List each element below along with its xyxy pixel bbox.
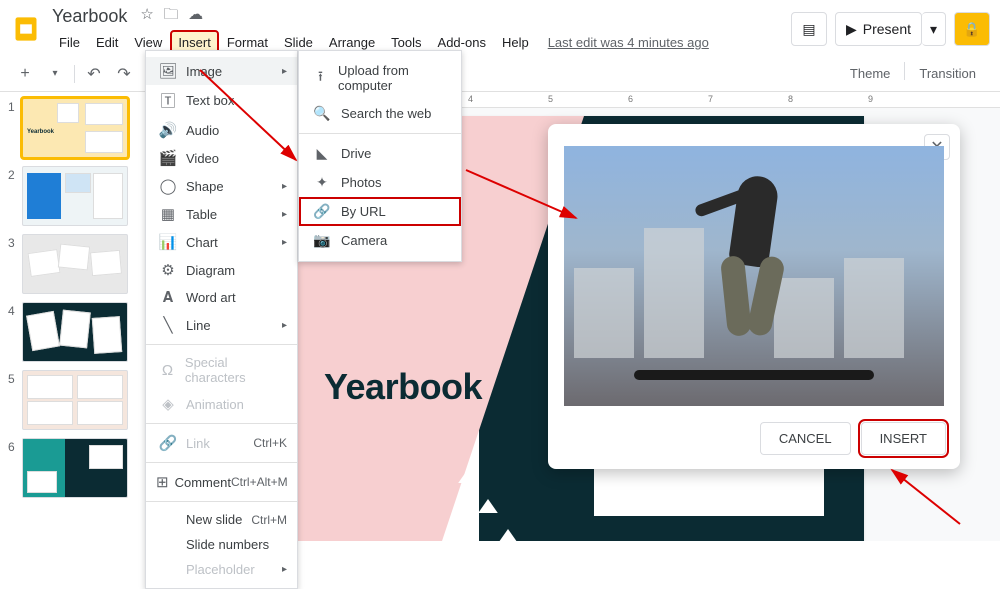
- chevron-down-icon: ▾: [930, 21, 937, 38]
- present-icon: ▶: [846, 21, 857, 38]
- slide-num: 3: [8, 234, 22, 294]
- insert-special: ΩSpecial characters: [146, 350, 297, 390]
- upload-icon: ⭱: [311, 66, 330, 90]
- new-slide-arrow-icon[interactable]: ▾: [44, 68, 66, 79]
- image-drive[interactable]: ◣Drive: [299, 139, 461, 168]
- image-photos[interactable]: ✦Photos: [299, 168, 461, 197]
- insert-table[interactable]: ▦Table▸: [146, 200, 297, 228]
- camera-icon: 📷: [311, 232, 333, 249]
- special-icon: Ω: [156, 362, 179, 379]
- chevron-right-icon: ▸: [282, 66, 287, 77]
- last-edit-link[interactable]: Last edit was 4 minutes ago: [548, 35, 709, 50]
- present-dropdown[interactable]: ▾: [922, 12, 946, 46]
- slide-panel[interactable]: 1 Yearbook 2 3 4: [0, 92, 148, 541]
- slide-num: 4: [8, 302, 22, 362]
- image-submenu: ⭱Upload from computer 🔍Search the web ◣D…: [298, 50, 462, 262]
- insert-image[interactable]: 🖼Image▸: [146, 57, 297, 85]
- textbox-icon: 🅃: [156, 90, 180, 111]
- video-icon: 🎬: [156, 149, 180, 167]
- shape-icon: ◯: [156, 177, 180, 195]
- comment-icon: ⊞: [156, 473, 169, 491]
- slide-thumb-2[interactable]: [22, 166, 128, 226]
- insert-wordart[interactable]: 𝐀Word art: [146, 284, 297, 311]
- redo-icon[interactable]: ↷: [113, 64, 135, 84]
- insert-video[interactable]: 🎬Video: [146, 144, 297, 172]
- lock-icon: 🔒: [963, 21, 980, 38]
- insert-comment[interactable]: ⊞CommentCtrl+Alt+M: [146, 468, 297, 496]
- insert-menu: 🖼Image▸ 🅃Text box 🔊Audio 🎬Video ◯Shape▸ …: [145, 50, 298, 589]
- comment-icon: ▤: [802, 21, 815, 38]
- preview-image: [564, 146, 944, 406]
- menu-help[interactable]: Help: [495, 31, 536, 54]
- star-icon[interactable]: ☆: [140, 6, 153, 23]
- insert-button[interactable]: INSERT: [861, 422, 946, 455]
- image-search[interactable]: 🔍Search the web: [299, 99, 461, 128]
- comments-button[interactable]: ▤: [791, 12, 827, 46]
- insert-diagram[interactable]: ⚙Diagram: [146, 256, 297, 284]
- present-label: Present: [863, 21, 911, 37]
- insert-animation: ◈Animation: [146, 390, 297, 418]
- insert-image-dialog: ✕ CANCEL INSERT: [548, 124, 960, 469]
- undo-icon[interactable]: ↶: [83, 64, 105, 84]
- slide-thumb-5[interactable]: [22, 370, 128, 430]
- insert-audio[interactable]: 🔊Audio: [146, 116, 297, 144]
- url-icon: 🔗: [311, 203, 333, 220]
- photos-icon: ✦: [311, 174, 333, 191]
- slides-logo[interactable]: [8, 11, 44, 47]
- menu-file[interactable]: File: [52, 31, 87, 54]
- share-button[interactable]: 🔒: [954, 12, 990, 46]
- slide-num: 1: [8, 98, 22, 158]
- theme-button[interactable]: Theme: [836, 62, 904, 85]
- move-icon[interactable]: 🗀: [163, 6, 178, 23]
- image-icon: 🖼: [156, 62, 180, 80]
- insert-slidenums[interactable]: Slide numbers: [146, 532, 297, 557]
- image-byurl[interactable]: 🔗By URL: [299, 197, 461, 226]
- slide-num: 5: [8, 370, 22, 430]
- insert-link: 🔗LinkCtrl+K: [146, 429, 297, 457]
- insert-placeholder: Placeholder▸: [146, 557, 297, 582]
- audio-icon: 🔊: [156, 121, 180, 139]
- cloud-icon[interactable]: ☁: [188, 6, 203, 23]
- slide-num: 2: [8, 166, 22, 226]
- link-icon: 🔗: [156, 434, 180, 452]
- image-upload[interactable]: ⭱Upload from computer: [299, 57, 461, 99]
- menu-edit[interactable]: Edit: [89, 31, 125, 54]
- insert-chart[interactable]: 📊Chart▸: [146, 228, 297, 256]
- table-icon: ▦: [156, 205, 180, 223]
- insert-newslide[interactable]: New slideCtrl+M: [146, 507, 297, 532]
- wordart-icon: 𝐀: [156, 289, 180, 306]
- line-icon: ╲: [156, 316, 180, 334]
- slide-thumb-3[interactable]: [22, 234, 128, 294]
- present-button[interactable]: ▶ Present: [835, 12, 922, 46]
- slide-thumb-4[interactable]: [22, 302, 128, 362]
- insert-line[interactable]: ╲Line▸: [146, 311, 297, 339]
- slide-title[interactable]: Yearbook: [324, 366, 482, 408]
- insert-shape[interactable]: ◯Shape▸: [146, 172, 297, 200]
- doc-icons: ☆ 🗀 ☁: [137, 4, 206, 29]
- new-slide-icon[interactable]: +: [14, 65, 36, 83]
- transition-button[interactable]: Transition: [905, 62, 990, 85]
- search-icon: 🔍: [311, 105, 333, 122]
- slide-thumb-1[interactable]: Yearbook: [22, 98, 128, 158]
- insert-textbox[interactable]: 🅃Text box: [146, 85, 297, 116]
- diagram-icon: ⚙: [156, 261, 180, 279]
- slide-num: 6: [8, 438, 22, 498]
- chart-icon: 📊: [156, 233, 180, 251]
- drive-icon: ◣: [311, 145, 333, 162]
- slide-thumb-6[interactable]: [22, 438, 128, 498]
- image-camera[interactable]: 📷Camera: [299, 226, 461, 255]
- doc-title[interactable]: Yearbook: [52, 6, 127, 27]
- cancel-button[interactable]: CANCEL: [760, 422, 851, 455]
- animation-icon: ◈: [156, 395, 180, 413]
